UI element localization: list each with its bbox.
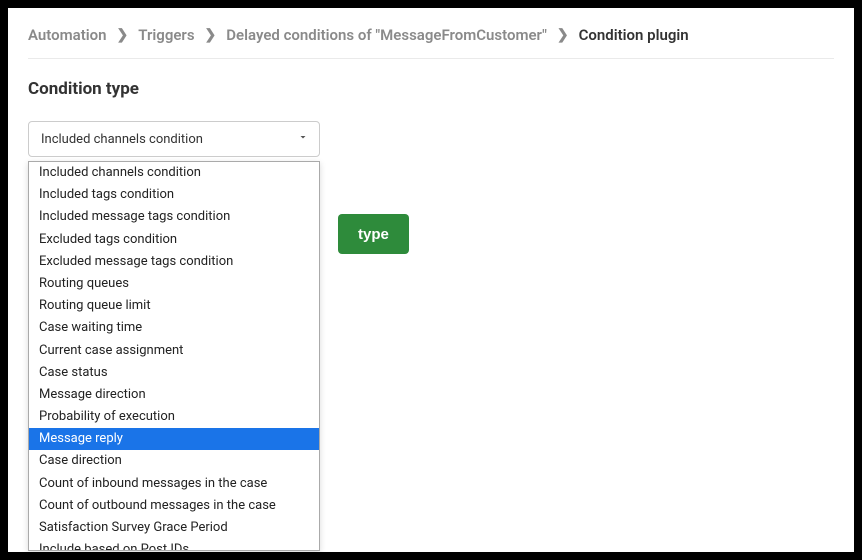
breadcrumb-condition-plugin: Condition plugin xyxy=(579,26,689,44)
type-button[interactable]: type xyxy=(338,214,409,254)
condition-type-select[interactable]: Included channels condition xyxy=(28,121,320,157)
dropdown-option[interactable]: Message reply xyxy=(29,428,319,450)
dropdown-option[interactable]: Case status xyxy=(29,362,319,384)
breadcrumb-automation[interactable]: Automation xyxy=(28,26,107,44)
dropdown-option[interactable]: Excluded tags condition xyxy=(29,229,319,251)
select-value: Included channels condition xyxy=(41,132,203,147)
dropdown-option[interactable]: Probability of execution xyxy=(29,406,319,428)
dropdown-option[interactable]: Routing queue limit xyxy=(29,295,319,317)
dropdown-option[interactable]: Count of inbound messages in the case xyxy=(29,473,319,495)
dropdown-option[interactable]: Message direction xyxy=(29,384,319,406)
dropdown-option[interactable]: Included message tags condition xyxy=(29,206,319,228)
dropdown-option[interactable]: Case waiting time xyxy=(29,317,319,339)
breadcrumb: Automation ❯ Triggers ❯ Delayed conditio… xyxy=(28,26,834,59)
section-title: Condition type xyxy=(28,79,834,99)
condition-type-select-wrapper: Included channels condition Included cha… xyxy=(28,121,320,157)
condition-type-dropdown[interactable]: Included channels conditionIncluded tags… xyxy=(28,161,320,551)
breadcrumb-delayed-conditions[interactable]: Delayed conditions of "MessageFromCustom… xyxy=(226,26,547,44)
dropdown-option[interactable]: Case direction xyxy=(29,450,319,472)
dropdown-option[interactable]: Excluded message tags condition xyxy=(29,251,319,273)
dropdown-option[interactable]: Count of outbound messages in the case xyxy=(29,495,319,517)
dropdown-option[interactable]: Current case assignment xyxy=(29,340,319,362)
chevron-right-icon: ❯ xyxy=(117,27,129,43)
page-container: Automation ❯ Triggers ❯ Delayed conditio… xyxy=(8,8,854,552)
chevron-right-icon: ❯ xyxy=(205,27,217,43)
dropdown-option[interactable]: Included tags condition xyxy=(29,184,319,206)
dropdown-option[interactable]: Satisfaction Survey Grace Period xyxy=(29,517,319,539)
chevron-right-icon: ❯ xyxy=(557,27,569,43)
dropdown-option[interactable]: Included channels condition xyxy=(29,162,319,184)
breadcrumb-triggers[interactable]: Triggers xyxy=(138,26,194,44)
dropdown-option[interactable]: Include based on Post IDs xyxy=(29,539,319,551)
chevron-down-icon xyxy=(297,131,309,147)
dropdown-option[interactable]: Routing queues xyxy=(29,273,319,295)
